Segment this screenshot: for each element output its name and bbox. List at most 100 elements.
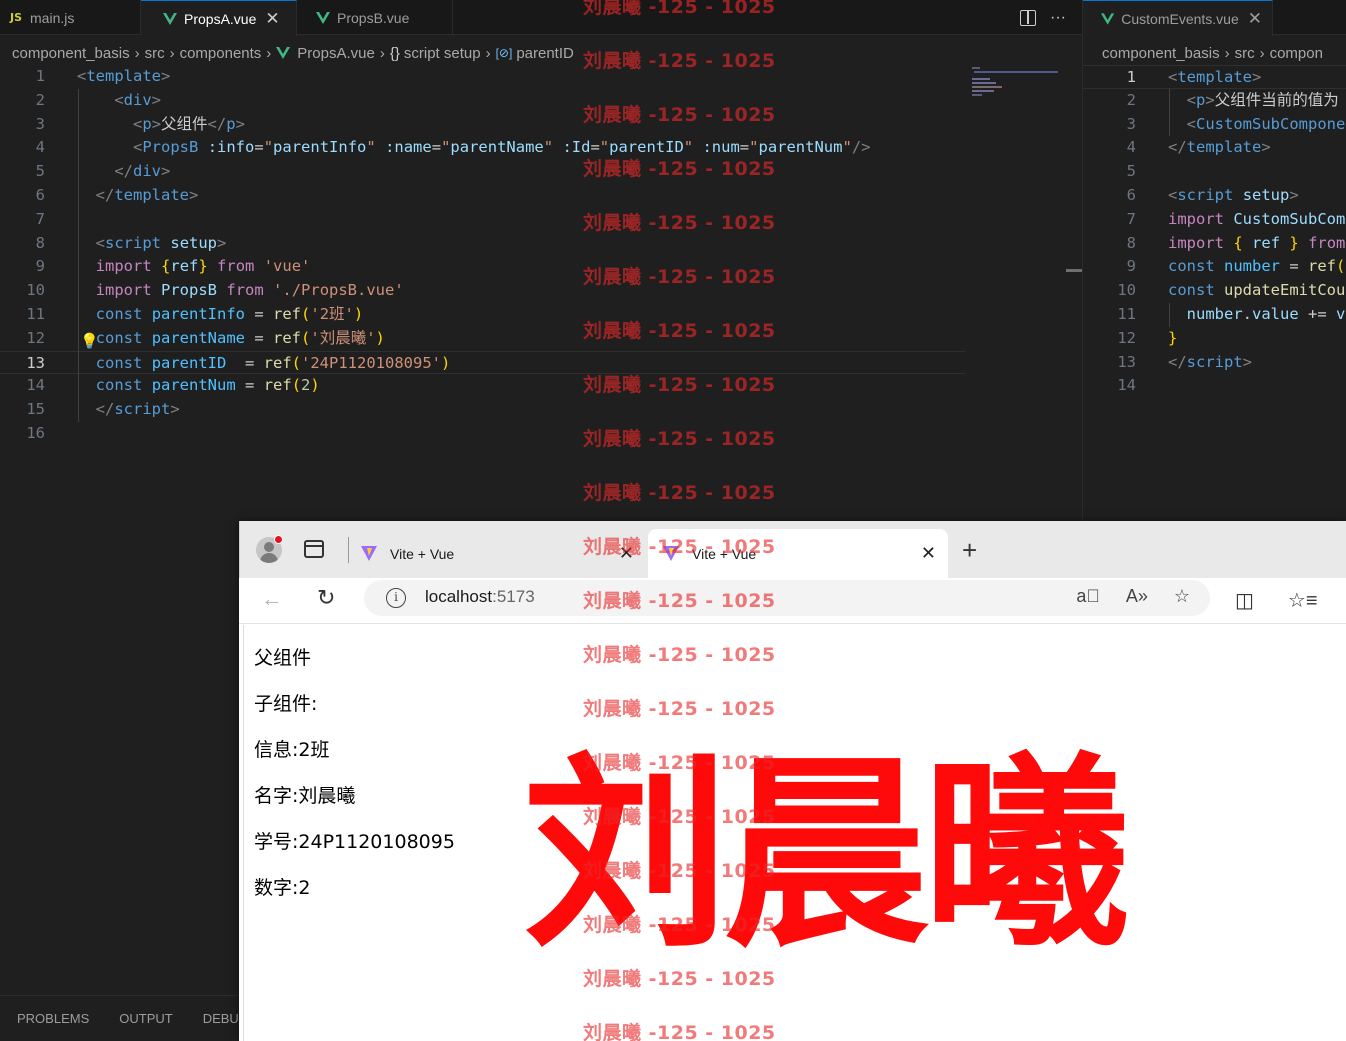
code-line[interactable]: 7	[0, 208, 965, 232]
info-line: 信息:2班	[254, 739, 330, 761]
code-line[interactable]: 5 </div>	[0, 160, 965, 184]
chevron-right-icon: ›	[1224, 44, 1230, 62]
code-line[interactable]: 11 const parentInfo = ref('2班')	[0, 303, 965, 327]
code-line[interactable]: 12 const parentName = ref('刘晨曦') 💡	[0, 327, 965, 351]
breadcrumb-item[interactable]: PropsA.vue	[297, 45, 375, 62]
code-text: const parentID = ref('24P1120108095')	[95, 353, 451, 372]
tab-main-js[interactable]: JS main.js	[0, 0, 141, 35]
code-line[interactable]: 6 </template>	[0, 184, 965, 208]
code-line[interactable]: 7 import CustomSubCom	[1083, 208, 1346, 232]
code-line[interactable]: 9 import {ref} from 'vue'	[0, 255, 965, 279]
watermark-text: 刘晨曦 -125 - 1025	[583, 320, 776, 342]
line-number: 11	[1117, 304, 1136, 323]
url-text[interactable]: localhost:5173	[425, 587, 535, 607]
translate-icon[interactable]: a᪲	[1076, 586, 1100, 607]
code-line[interactable]: 5	[1083, 160, 1346, 184]
code-editor[interactable]: 1 <template> 2 <div> 3 <p>父组件</p> 4 <PropsB …	[0, 65, 965, 446]
close-tab-icon[interactable]: ✕	[921, 543, 936, 564]
code-line[interactable]: 11 number.value += v	[1083, 303, 1346, 327]
code-line[interactable]: 3 <CustomSubCompone	[1083, 113, 1346, 137]
watermark-text: 刘晨曦 -125 - 1025	[583, 374, 776, 396]
breadcrumb-item[interactable]: parentID	[516, 45, 574, 62]
code-line[interactable]: 2 <div>	[0, 89, 965, 113]
chevron-right-icon: ›	[379, 44, 385, 62]
close-icon[interactable]: ✕	[265, 10, 279, 27]
student-id-line: 学号:24P1120108095	[254, 831, 455, 853]
line-number: 9	[35, 257, 45, 276]
code-line[interactable]: 10 const updateEmitCou	[1083, 279, 1346, 303]
watermark-text: 刘晨曦 -125 - 1025	[583, 50, 776, 72]
line-number: 5	[35, 162, 45, 181]
line-number: 2	[1126, 90, 1136, 109]
code-text: import CustomSubCom	[1168, 209, 1346, 228]
code-line[interactable]: 3 <p>父组件</p>	[0, 113, 965, 137]
tab-propsb-vue[interactable]: PropsB.vue	[297, 0, 453, 35]
code-text: const number = ref(	[1168, 257, 1346, 276]
reload-icon[interactable]: ↻	[317, 585, 335, 611]
code-line[interactable]: 10 import PropsB from './PropsB.vue'	[0, 279, 965, 303]
code-line[interactable]: 9 const number = ref(	[1083, 255, 1346, 279]
bottom-panel-tabs: PROBLEMS OUTPUT DEBUG	[0, 995, 249, 1041]
breadcrumb-item[interactable]: components	[180, 45, 262, 62]
tab-propsa-vue[interactable]: PropsA.vue ✕	[141, 0, 297, 36]
code-line[interactable]: 12}	[1083, 327, 1346, 351]
code-text: const parentName = ref('刘晨曦')	[95, 328, 385, 347]
line-number: 3	[35, 114, 45, 133]
code-text: }	[1168, 328, 1178, 347]
code-line[interactable]: 6 <script setup>	[1083, 184, 1346, 208]
split-editor-icon[interactable]	[1020, 9, 1037, 26]
read-aloud-icon[interactable]: A»	[1126, 586, 1148, 607]
line-number: 13	[1117, 352, 1136, 371]
code-text: import {ref} from 'vue'	[95, 257, 311, 276]
line-number: 6	[1126, 185, 1136, 204]
address-bar[interactable]: i localhost:5173 a᪲ A» ☆	[364, 580, 1210, 616]
breadcrumb-item[interactable]: script setup	[404, 45, 481, 62]
favorite-star-icon[interactable]: ☆	[1174, 586, 1190, 607]
watermark-text: 刘晨曦 -125 - 1025	[583, 536, 776, 558]
line-number: 10	[1117, 281, 1136, 300]
code-line[interactable]: 4 </template>	[1083, 136, 1346, 160]
code-line[interactable]: 14	[1083, 374, 1346, 398]
breadcrumb-item[interactable]: src	[145, 45, 165, 62]
panel-tab-problems[interactable]: PROBLEMS	[17, 1011, 89, 1026]
new-tab-icon[interactable]: +	[962, 535, 977, 566]
code-line[interactable]: 1 <template>	[0, 65, 965, 89]
code-line[interactable]: 14 const parentNum = ref(2)	[0, 374, 965, 398]
line-number: 10	[26, 281, 45, 300]
notification-dot	[274, 535, 283, 544]
more-actions-icon[interactable]: ···	[1050, 9, 1066, 27]
panel-tab-output[interactable]: OUTPUT	[119, 1011, 172, 1026]
breadcrumb-item[interactable]: component_basis	[12, 45, 130, 62]
code-line[interactable]: 13 </script>	[1083, 351, 1346, 375]
watermark-text: 刘晨曦 -125 - 1025	[583, 482, 776, 504]
favorites-icon[interactable]: ☆≡	[1288, 588, 1318, 613]
code-line[interactable]: 16	[0, 422, 965, 446]
code-editor[interactable]: 1 <template> 2 <p>父组件当前的值为 3 <CustomSubComp…	[1083, 65, 1346, 398]
split-screen-icon[interactable]: ◫	[1235, 588, 1254, 613]
browser-tab-title: Vite + Vue	[390, 545, 455, 562]
code-line[interactable]: 1 <template>	[1083, 65, 1346, 89]
editor-tab-bar: JS main.js PropsA.vue ✕ PropsB.vue	[0, 0, 1082, 36]
tab-actions-icon[interactable]	[304, 540, 324, 558]
code-line[interactable]: 4 <PropsB :info="parentInfo" :name="pare…	[0, 136, 965, 160]
minimap[interactable]	[970, 66, 1060, 96]
watermark-text: 刘晨曦 -125 - 1025	[583, 806, 776, 828]
breadcrumb-item[interactable]: component_basis	[1102, 45, 1220, 62]
scrollbar-thumb[interactable]	[1066, 269, 1082, 272]
code-line[interactable]: 13 const parentID = ref('24P1120108095')	[0, 350, 965, 375]
back-arrow-icon[interactable]: ←	[261, 586, 283, 612]
line-number: 15	[26, 400, 45, 419]
breadcrumb-item[interactable]: src	[1235, 45, 1255, 62]
tab-customevents-vue[interactable]: CustomEvents.vue ✕	[1083, 0, 1273, 36]
breadcrumb-item[interactable]: compon	[1270, 45, 1323, 62]
line-number: 1	[35, 67, 45, 85]
code-line[interactable]: 8 import { ref } from	[1083, 232, 1346, 256]
code-line[interactable]: 15 </script>	[0, 398, 965, 422]
code-line[interactable]: 8 <script setup>	[0, 232, 965, 256]
child-heading: 子组件:	[254, 693, 318, 715]
close-icon[interactable]: ✕	[1248, 10, 1262, 27]
name-line: 名字:刘晨曦	[254, 785, 356, 807]
line-number: 7	[35, 209, 45, 228]
code-line[interactable]: 2 <p>父组件当前的值为	[1083, 89, 1346, 113]
info-icon[interactable]: i	[386, 588, 406, 608]
